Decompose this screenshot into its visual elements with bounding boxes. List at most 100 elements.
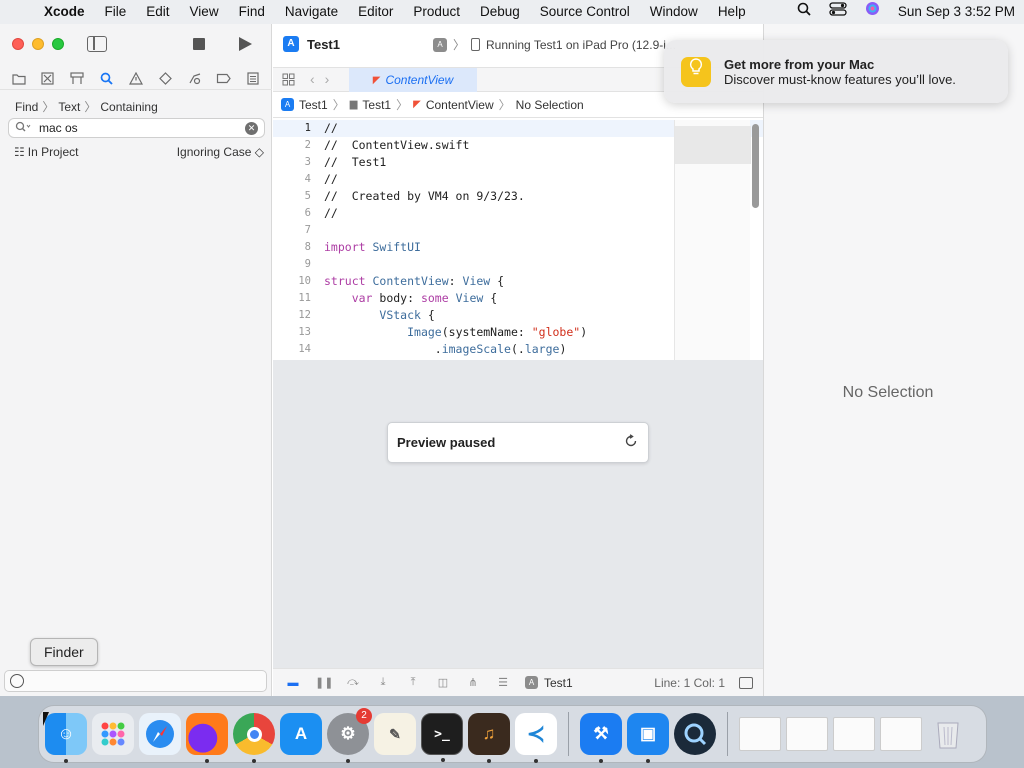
pause-icon[interactable]: ❚❚ — [315, 676, 333, 689]
jumpbar-symbol[interactable]: No Selection — [516, 98, 584, 112]
debug-scheme[interactable]: A Test1 — [525, 676, 573, 690]
menu-clock[interactable]: Sun Sep 3 3:52 PM — [889, 0, 1024, 24]
stop-button[interactable] — [193, 38, 205, 50]
dock-divider — [568, 712, 569, 756]
refresh-icon[interactable] — [624, 433, 638, 452]
debug-bar: ▬ ❚❚ ⤼ ⤓ ⤒ ◫ ⋔ ☰ A Test1 Line: 1 Col: 1 — [273, 668, 763, 696]
scheme-icon: A — [433, 37, 447, 52]
jumpbar-file[interactable]: ContentView — [426, 98, 494, 112]
menu-editor[interactable]: Editor — [348, 0, 403, 24]
find-mode-text[interactable]: Text — [58, 100, 80, 114]
menu-product[interactable]: Product — [403, 0, 470, 24]
tab-contentview[interactable]: ◤ ContentView — [349, 68, 477, 92]
siri-icon[interactable] — [856, 0, 889, 24]
grid-icon[interactable] — [282, 73, 296, 87]
dock-terminal-icon[interactable]: >_ — [421, 713, 463, 762]
find-navigator-icon[interactable] — [99, 71, 115, 87]
hide-panel-icon[interactable] — [739, 676, 753, 689]
menu-find[interactable]: Find — [229, 0, 275, 24]
report-navigator-icon[interactable] — [245, 71, 261, 87]
find-search-input[interactable] — [39, 121, 245, 135]
issue-navigator-icon[interactable] — [128, 71, 144, 87]
debug-navigator-icon[interactable] — [187, 71, 203, 87]
close-window-button[interactable] — [12, 38, 24, 50]
notification-body: Discover must-know features you’ll love. — [724, 71, 956, 87]
editor-scrollbar[interactable] — [752, 124, 759, 208]
dock-recent-window-2[interactable] — [786, 717, 828, 751]
menu-help[interactable]: Help — [708, 0, 756, 24]
dock-app-store-icon[interactable]: A — [280, 713, 322, 755]
dock-safari-icon[interactable] — [139, 713, 181, 755]
find-mode-find[interactable]: Find — [15, 100, 38, 114]
dock-simulator-icon[interactable]: ▣ — [627, 713, 669, 763]
minimize-window-button[interactable] — [32, 38, 44, 50]
dock-recent-window-4[interactable] — [880, 717, 922, 751]
filter-icon — [10, 674, 24, 688]
minimap[interactable] — [674, 120, 751, 360]
jumpbar-project[interactable]: Test1 — [299, 98, 328, 112]
search-options-icon[interactable] — [15, 121, 31, 135]
project-name: Test1 — [307, 36, 340, 52]
menu-window[interactable]: Window — [640, 0, 708, 24]
clear-search-icon[interactable]: ✕ — [245, 121, 258, 135]
dock-recent-window-3[interactable] — [833, 717, 875, 751]
environment-overrides-icon[interactable]: ☰ — [495, 676, 511, 689]
menu-source-control[interactable]: Source Control — [530, 0, 640, 24]
app-menu[interactable]: Xcode — [34, 0, 95, 24]
run-button[interactable] — [239, 37, 252, 51]
toggle-debug-area-icon[interactable]: ▬ — [285, 677, 301, 689]
dock-xcode-icon[interactable]: ⚒ — [580, 713, 622, 763]
dock-system-settings-icon[interactable]: ⚙ 2 — [327, 708, 372, 763]
view-hierarchy-icon[interactable]: ◫ — [435, 676, 451, 689]
find-mode-containing[interactable]: Containing — [100, 100, 157, 114]
find-scope-selector[interactable]: ☷ In Project — [14, 145, 78, 159]
breakpoint-navigator-icon[interactable] — [216, 71, 232, 87]
notification-banner[interactable]: Get more from your Mac Discover must-kno… — [664, 40, 1008, 103]
memory-graph-icon[interactable]: ⋔ — [465, 676, 481, 689]
activity-status[interactable]: A 〉 Running Test1 on iPad Pro (12.9-i... — [433, 36, 676, 53]
menu-edit[interactable]: Edit — [136, 0, 179, 24]
step-over-icon[interactable]: ⤼ — [345, 676, 361, 689]
test-navigator-icon[interactable] — [157, 71, 173, 87]
case-sensitivity-selector[interactable]: Ignoring Case ◇ — [177, 145, 264, 159]
debug-scheme-label: Test1 — [544, 675, 573, 690]
menu-bar: Xcode File Edit View Find Navigate Edito… — [0, 0, 1024, 24]
dock-finder-icon[interactable]: ☺ — [45, 713, 87, 763]
xcode-project-icon: A — [525, 676, 538, 689]
minimap-viewport[interactable] — [675, 126, 751, 164]
step-into-icon[interactable]: ⤓ — [375, 676, 391, 689]
menu-file[interactable]: File — [95, 0, 137, 24]
dock: ☺ A ⚙ 2 ✎ >_ ♫ ≺ ⚒ ▣ — [38, 705, 987, 763]
back-forward-arrows-icon[interactable]: ‹› — [310, 71, 339, 87]
symbol-navigator-icon[interactable] — [69, 71, 85, 87]
navigator-filter-bar[interactable] — [4, 670, 267, 692]
cursor-position: Line: 1 Col: 1 — [654, 675, 725, 690]
menu-navigate[interactable]: Navigate — [275, 0, 348, 24]
apple-menu-icon[interactable] — [0, 0, 34, 24]
menu-debug[interactable]: Debug — [470, 0, 530, 24]
running-indicator — [205, 759, 209, 763]
dock-chrome-icon[interactable] — [233, 713, 275, 763]
source-control-navigator-icon[interactable] — [40, 71, 56, 87]
dock-quicktime-icon[interactable] — [674, 713, 716, 755]
dock-textedit-icon[interactable]: ✎ — [374, 713, 416, 755]
dock-recent-window-1[interactable] — [739, 717, 781, 751]
dock-firefox-icon[interactable] — [186, 713, 228, 763]
step-out-icon[interactable]: ⤒ — [405, 676, 421, 689]
running-indicator — [599, 759, 603, 763]
dock-launchpad-icon[interactable] — [92, 713, 134, 755]
find-scope-label: In Project — [27, 145, 79, 159]
chevron-right-icon: 〉 — [498, 98, 511, 112]
canvas-preview: Preview paused — [273, 360, 763, 668]
project-navigator-icon[interactable] — [11, 71, 27, 87]
spotlight-search-icon[interactable] — [788, 0, 820, 24]
fullscreen-window-button[interactable] — [52, 38, 64, 50]
control-center-icon[interactable] — [820, 0, 856, 24]
sidebar-toggle-icon[interactable] — [87, 36, 107, 52]
menu-view[interactable]: View — [180, 0, 229, 24]
dock-garageband-icon[interactable]: ♫ — [468, 713, 510, 763]
dock-vscode-icon[interactable]: ≺ — [515, 713, 557, 763]
dock-trash-icon[interactable] — [927, 713, 969, 755]
running-indicator — [252, 759, 256, 763]
jumpbar-group[interactable]: Test1 — [362, 98, 391, 112]
